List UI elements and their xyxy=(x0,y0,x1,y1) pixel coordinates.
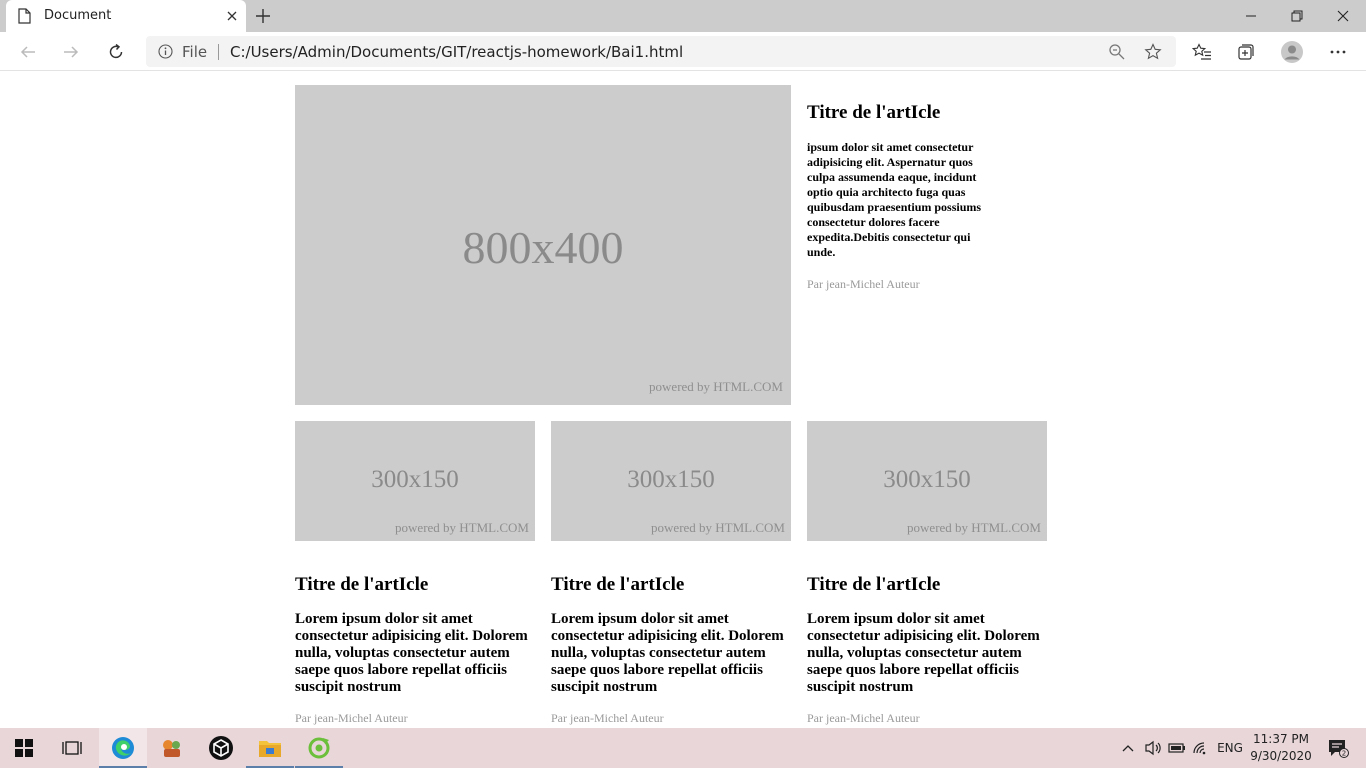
unity-icon[interactable] xyxy=(197,728,245,768)
taskbar: ENG 11:37 PM 9/30/2020 2 xyxy=(0,728,1366,768)
card-article-title: Titre de l'artIcle xyxy=(551,574,685,595)
collections-icon[interactable] xyxy=(1233,39,1259,65)
address-separator xyxy=(218,44,219,60)
notification-center-icon[interactable]: 2 xyxy=(1318,728,1358,768)
card-image-placeholder: 300x150 powered by HTML.COM xyxy=(551,421,791,541)
favorite-star-icon[interactable] xyxy=(1144,43,1162,61)
placeholder-credit: powered by HTML.COM xyxy=(651,520,785,535)
back-icon[interactable] xyxy=(15,39,41,65)
task-view-icon[interactable] xyxy=(48,728,96,768)
file-explorer-icon[interactable] xyxy=(246,728,294,768)
clock[interactable]: 11:37 PM 9/30/2020 xyxy=(1248,731,1314,765)
volume-icon[interactable] xyxy=(1142,728,1164,768)
new-tab-icon[interactable] xyxy=(254,7,272,25)
card-article-body: Lorem ipsum dolor sit amet consectetur a… xyxy=(295,611,528,695)
notification-count: 2 xyxy=(1342,750,1346,758)
address-bar[interactable]: File C:/Users/Admin/Documents/GIT/reactj… xyxy=(146,36,1176,67)
show-hidden-icons-icon[interactable] xyxy=(1118,728,1138,768)
placeholder-credit: powered by HTML.COM xyxy=(395,520,529,535)
language-indicator[interactable]: ENG xyxy=(1214,728,1246,768)
tab-strip: Document xyxy=(0,0,1366,32)
forward-icon[interactable] xyxy=(58,39,84,65)
placeholder-size-label: 300x150 xyxy=(371,466,459,493)
minimize-icon[interactable] xyxy=(1228,0,1274,32)
card-article-author: Par jean-Michel Auteur xyxy=(551,711,664,725)
placeholder-size-label: 300x150 xyxy=(627,466,715,493)
favorites-icon[interactable] xyxy=(1189,39,1215,65)
zoom-icon[interactable] xyxy=(1108,43,1126,61)
browser-tab[interactable]: Document xyxy=(6,0,246,32)
app-icon[interactable] xyxy=(295,728,343,768)
hero-article-title: Titre de l'artIcle xyxy=(807,102,941,123)
battery-icon[interactable] xyxy=(1166,728,1188,768)
document-icon xyxy=(18,8,31,24)
hero-article-body: ipsum dolor sit amet consectetur adipisi… xyxy=(807,140,982,259)
clock-time: 11:37 PM xyxy=(1253,732,1309,746)
restore-icon[interactable] xyxy=(1274,0,1320,32)
placeholder-credit: powered by HTML.COM xyxy=(649,379,783,394)
hero-image-placeholder: 800x400 powered by HTML.COM xyxy=(295,85,791,405)
card-article-body: Lorem ipsum dolor sit amet consectetur a… xyxy=(551,611,784,695)
edge-icon[interactable] xyxy=(99,728,147,768)
url-text[interactable]: C:/Users/Admin/Documents/GIT/reactjs-hom… xyxy=(230,43,683,61)
card-article-author: Par jean-Michel Auteur xyxy=(295,711,408,725)
more-menu-icon[interactable] xyxy=(1325,39,1351,65)
app-icon[interactable] xyxy=(148,728,196,768)
page-content: 800x400 powered by HTML.COM Titre de l'a… xyxy=(0,71,1366,728)
clock-date: 9/30/2020 xyxy=(1250,749,1312,763)
card-article-body: Lorem ipsum dolor sit amet consectetur a… xyxy=(807,611,1040,695)
card-article-author: Par jean-Michel Auteur xyxy=(807,711,920,725)
start-icon[interactable] xyxy=(0,728,48,768)
close-window-icon[interactable] xyxy=(1320,0,1366,32)
info-icon[interactable] xyxy=(158,44,173,59)
tab-title: Document xyxy=(44,8,112,23)
refresh-icon[interactable] xyxy=(103,39,129,65)
card-article-title: Titre de l'artIcle xyxy=(807,574,941,595)
address-scheme: File xyxy=(182,43,208,61)
placeholder-size-label: 800x400 xyxy=(462,222,624,273)
placeholder-credit: powered by HTML.COM xyxy=(907,520,1041,535)
card-image-placeholder: 300x150 powered by HTML.COM xyxy=(295,421,535,541)
card-image-placeholder: 300x150 powered by HTML.COM xyxy=(807,421,1047,541)
wifi-icon[interactable] xyxy=(1190,728,1212,768)
card-article-title: Titre de l'artIcle xyxy=(295,574,429,595)
placeholder-size-label: 300x150 xyxy=(883,466,971,493)
browser-toolbar: File C:/Users/Admin/Documents/GIT/reactj… xyxy=(0,32,1366,71)
hero-article-author: Par jean-Michel Auteur xyxy=(807,277,920,291)
close-tab-icon[interactable] xyxy=(224,8,240,24)
profile-avatar-icon[interactable] xyxy=(1279,39,1305,65)
